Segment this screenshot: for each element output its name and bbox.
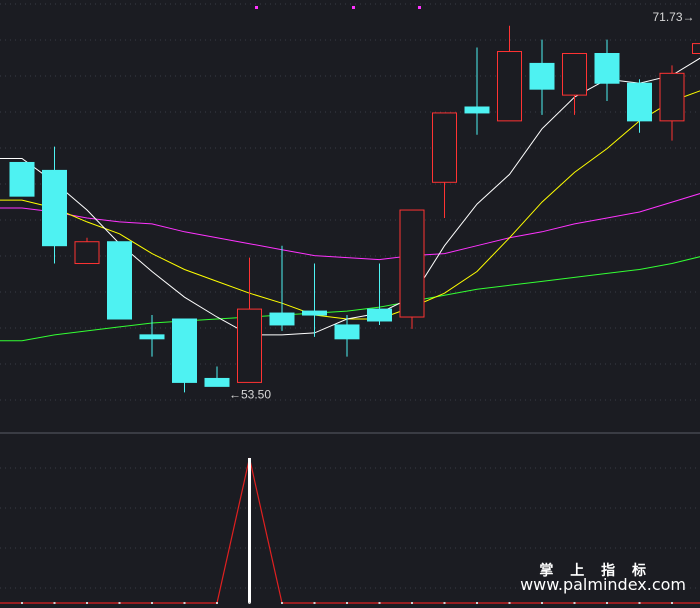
indicator-point bbox=[541, 602, 543, 604]
candle-body bbox=[107, 241, 132, 320]
candle bbox=[74, 237, 100, 265]
candle-body bbox=[529, 62, 555, 90]
candle-body bbox=[74, 241, 100, 265]
candle-body bbox=[659, 72, 685, 122]
ma20-line bbox=[0, 193, 700, 261]
candle bbox=[9, 161, 35, 197]
candle bbox=[399, 209, 425, 329]
indicator-point bbox=[638, 602, 641, 604]
candle bbox=[107, 241, 132, 320]
indicator-point bbox=[606, 602, 608, 604]
indicator-point bbox=[346, 602, 348, 604]
candle bbox=[529, 39, 555, 115]
indicator-point bbox=[21, 602, 23, 604]
indicator-point bbox=[411, 602, 413, 604]
indicator-point bbox=[118, 602, 121, 604]
candle-body bbox=[204, 377, 230, 387]
candle bbox=[42, 146, 67, 264]
low-price-label: ←53.50 bbox=[229, 387, 271, 401]
candle-body bbox=[432, 112, 457, 183]
candle-body bbox=[497, 51, 522, 122]
indicator-point bbox=[151, 602, 153, 604]
moving-average-lines bbox=[0, 57, 700, 342]
candle bbox=[204, 366, 230, 387]
indicator-point bbox=[508, 602, 511, 604]
candle-body bbox=[692, 43, 700, 54]
candle bbox=[334, 315, 360, 357]
candle-body bbox=[367, 308, 392, 322]
indicator-point bbox=[281, 602, 283, 604]
indicator-point bbox=[443, 602, 446, 604]
indicator-point bbox=[313, 602, 316, 604]
price-annotations: ←53.50 71.73→ bbox=[229, 10, 695, 401]
candle bbox=[659, 65, 685, 141]
stock-chart: ←53.50 71.73→ bbox=[0, 3, 700, 604]
candle bbox=[594, 39, 620, 102]
candle bbox=[432, 112, 457, 218]
indicator-point bbox=[248, 602, 251, 604]
ma10-line bbox=[0, 90, 700, 320]
candle-body bbox=[269, 312, 295, 326]
candle bbox=[139, 315, 165, 357]
candle-body bbox=[237, 308, 262, 383]
candle-body bbox=[139, 334, 165, 340]
indicator-point bbox=[476, 602, 478, 604]
indicator-point bbox=[216, 602, 218, 604]
indicator-point bbox=[573, 602, 576, 604]
top-marker bbox=[418, 6, 421, 9]
candle-body bbox=[334, 324, 360, 340]
top-marker bbox=[255, 6, 258, 9]
candle bbox=[464, 47, 490, 135]
candle bbox=[367, 263, 392, 325]
candle bbox=[302, 263, 327, 337]
candle bbox=[172, 318, 197, 393]
ma5-line bbox=[0, 57, 700, 336]
indicator-point bbox=[53, 602, 56, 604]
candle bbox=[627, 79, 652, 133]
candle-body bbox=[302, 310, 327, 316]
watermark-url: www.palmindex.com bbox=[520, 575, 686, 594]
indicator-point bbox=[183, 602, 186, 604]
candle-body bbox=[464, 106, 490, 114]
indicator-point bbox=[671, 602, 673, 604]
candle-body bbox=[42, 169, 67, 247]
candlestick-series bbox=[9, 25, 700, 393]
candle bbox=[237, 257, 262, 383]
candle-body bbox=[627, 82, 652, 122]
indicator-point bbox=[378, 602, 381, 604]
candle-body bbox=[9, 161, 35, 197]
candle bbox=[497, 25, 522, 122]
indicator-point bbox=[86, 602, 88, 604]
candle-body bbox=[399, 209, 425, 318]
candle bbox=[269, 245, 295, 331]
candle-body bbox=[562, 52, 587, 96]
high-price-label: 71.73→ bbox=[653, 10, 695, 24]
candle-body bbox=[172, 318, 197, 383]
top-marker bbox=[352, 6, 355, 9]
candle-body bbox=[594, 52, 620, 84]
